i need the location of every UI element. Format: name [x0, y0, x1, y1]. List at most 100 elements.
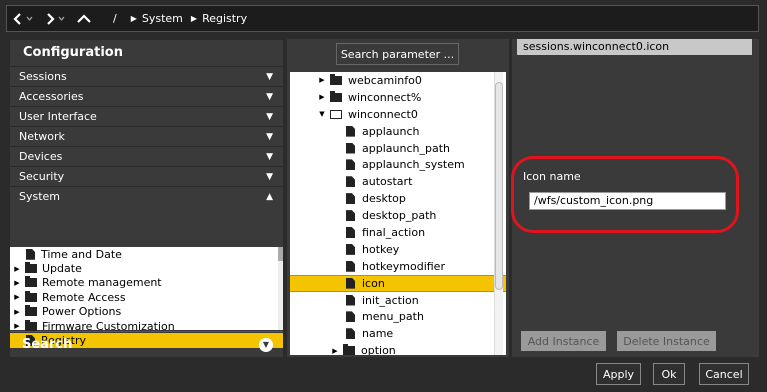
parameter-item-icon[interactable]: icon — [290, 274, 506, 292]
expand-arrow-icon[interactable]: ▶ — [12, 265, 22, 273]
expand-arrow-icon[interactable]: ▶ — [330, 347, 340, 355]
parameter-item-init-action[interactable]: init_action — [290, 292, 506, 309]
search-parameter-button[interactable]: Search parameter ... — [336, 43, 459, 65]
section-network[interactable]: Network ▼ — [10, 126, 283, 146]
breadcrumb-label: System — [141, 12, 183, 25]
section-user-interface[interactable]: User Interface ▼ — [10, 106, 283, 126]
navigation-bar: / ▶ System ▶ Registry — [6, 5, 759, 32]
breadcrumb-root[interactable]: / — [113, 12, 117, 25]
back-button[interactable] — [7, 6, 39, 31]
breadcrumb-arrow-icon: ▶ — [190, 14, 198, 23]
breadcrumb-item-system[interactable]: ▶ System — [131, 12, 183, 25]
parameter-tree-scrollbar[interactable] — [494, 72, 503, 355]
configuration-title: Configuration — [10, 40, 283, 66]
parameter-item-label: desktop_path — [362, 209, 437, 223]
up-button[interactable] — [71, 6, 97, 31]
tree-item-remote-access[interactable]: ▶ Remote Access — [10, 290, 283, 304]
breadcrumb-arrow-icon: ▶ — [130, 14, 137, 23]
expand-arrow-icon: ▼ — [266, 131, 273, 142]
parameter-panel: Search parameter ... ▶ webcaminfo0 ▶ wincon… — [287, 39, 509, 357]
tree-item-remote-management[interactable]: ▶ Remote management — [10, 276, 283, 290]
parameter-item-applaunch-system[interactable]: applaunch_system — [290, 156, 506, 173]
breadcrumb-label: Registry — [202, 12, 248, 25]
parameter-item-applaunch-path[interactable]: applaunch_path — [290, 140, 506, 157]
parameter-item-winconnect0[interactable]: ▼ winconnect0 — [290, 106, 506, 123]
expand-arrow-icon[interactable]: ▶ — [12, 279, 22, 287]
section-label: Network — [19, 130, 65, 143]
section-system[interactable]: System ▲ — [10, 186, 283, 206]
section-label: Accessories — [19, 90, 84, 103]
section-devices[interactable]: Devices ▼ — [10, 146, 283, 166]
breadcrumb: / ▶ System ▶ Registry — [113, 12, 255, 25]
parameter-item-autostart[interactable]: autostart — [290, 173, 506, 190]
parameter-item-menu-path[interactable]: menu_path — [290, 308, 506, 325]
expand-arrow-icon[interactable]: ▶ — [12, 293, 22, 301]
parameter-item-name[interactable]: name — [290, 325, 506, 342]
parameter-item-desktop-path[interactable]: desktop_path — [290, 207, 506, 224]
parameter-item-label: applaunch_path — [362, 141, 450, 155]
tree-item-time-and-date[interactable]: Time and Date — [10, 247, 283, 261]
parameter-item-final-action[interactable]: final_action — [290, 224, 506, 241]
folder-icon — [25, 276, 37, 288]
tree-item-power-options[interactable]: ▶ Power Options — [10, 305, 283, 319]
parameter-item-winconnect-[interactable]: ▶ winconnect% — [290, 89, 506, 106]
tree-item-label: Power Options — [42, 305, 122, 319]
scrollbar-thumb[interactable] — [278, 247, 283, 261]
expand-arrow-icon: ▼ — [266, 71, 273, 82]
section-accessories[interactable]: Accessories ▼ — [10, 86, 283, 106]
expand-arrow-icon[interactable]: ▶ — [317, 76, 327, 84]
parameter-tree: ▶ webcaminfo0 ▶ winconnect% ▼ winconnect0 appl… — [290, 72, 506, 355]
parameter-item-label: menu_path — [362, 310, 424, 324]
chevron-down-circle-icon: ▼ — [259, 337, 273, 352]
section-label: Search — [22, 337, 73, 352]
parameter-item-applaunch[interactable]: applaunch — [290, 123, 506, 140]
parameter-item-label: hotkey — [362, 242, 400, 256]
parameter-item-label: hotkeymodifier — [362, 259, 445, 273]
parameter-item-webcaminfo0[interactable]: ▶ webcaminfo0 — [290, 72, 506, 89]
highlight-ring — [511, 156, 739, 233]
collapse-arrow-icon: ▲ — [266, 191, 273, 202]
section-security[interactable]: Security ▼ — [10, 166, 283, 186]
section-label: System — [19, 190, 61, 203]
document-icon — [346, 159, 355, 171]
cancel-button[interactable]: Cancel — [699, 363, 749, 385]
section-search[interactable]: Search ▼ — [10, 331, 283, 357]
document-icon — [346, 311, 355, 323]
expand-arrow-icon[interactable]: ▶ — [317, 93, 327, 101]
document-icon — [346, 294, 355, 306]
tree-item-label: Time and Date — [41, 247, 122, 261]
configuration-panel: Configuration Sessions ▼ Accessories ▼ Use… — [10, 40, 283, 357]
parameter-item-label: desktop — [362, 192, 406, 206]
parameter-item-label: applaunch_system — [362, 158, 465, 172]
parameter-item-hotkeymodifier[interactable]: hotkeymodifier — [290, 258, 506, 275]
parameter-item-option[interactable]: ▶ option — [290, 342, 506, 355]
document-icon — [346, 210, 355, 222]
add-instance-button[interactable]: Add Instance — [521, 331, 606, 351]
ok-button[interactable]: Ok — [653, 363, 685, 385]
tree-item-update[interactable]: ▶ Update — [10, 261, 283, 275]
folder-icon — [330, 73, 342, 85]
folder-icon — [25, 290, 37, 302]
section-label: Security — [19, 170, 65, 183]
parameter-item-label: winconnect% — [348, 90, 422, 104]
section-sessions[interactable]: Sessions ▼ — [10, 66, 283, 86]
apply-button[interactable]: Apply — [596, 363, 641, 385]
expand-arrow-icon[interactable]: ▶ — [12, 322, 22, 330]
scrollbar-thumb[interactable] — [495, 82, 503, 290]
parameter-detail-panel: sessions.winconnect0.icon Icon name /wfs… — [511, 39, 759, 357]
folder-icon — [25, 262, 37, 274]
parameter-item-label: option — [361, 344, 396, 355]
expand-arrow-icon[interactable]: ▼ — [317, 110, 327, 118]
forward-button[interactable] — [39, 6, 71, 31]
tree-scrollbar[interactable] — [278, 247, 283, 330]
breadcrumb-item-registry[interactable]: ▶ Registry — [191, 12, 247, 25]
document-icon — [346, 277, 355, 289]
section-label: User Interface — [19, 110, 97, 123]
delete-instance-button[interactable]: Delete Instance — [617, 331, 716, 351]
section-label: Sessions — [19, 70, 67, 83]
parameter-item-label: final_action — [362, 225, 426, 239]
parameter-item-desktop[interactable]: desktop — [290, 190, 506, 207]
expand-arrow-icon[interactable]: ▶ — [12, 308, 22, 316]
parameter-item-hotkey[interactable]: hotkey — [290, 241, 506, 258]
tree-item-label: Update — [42, 262, 82, 276]
